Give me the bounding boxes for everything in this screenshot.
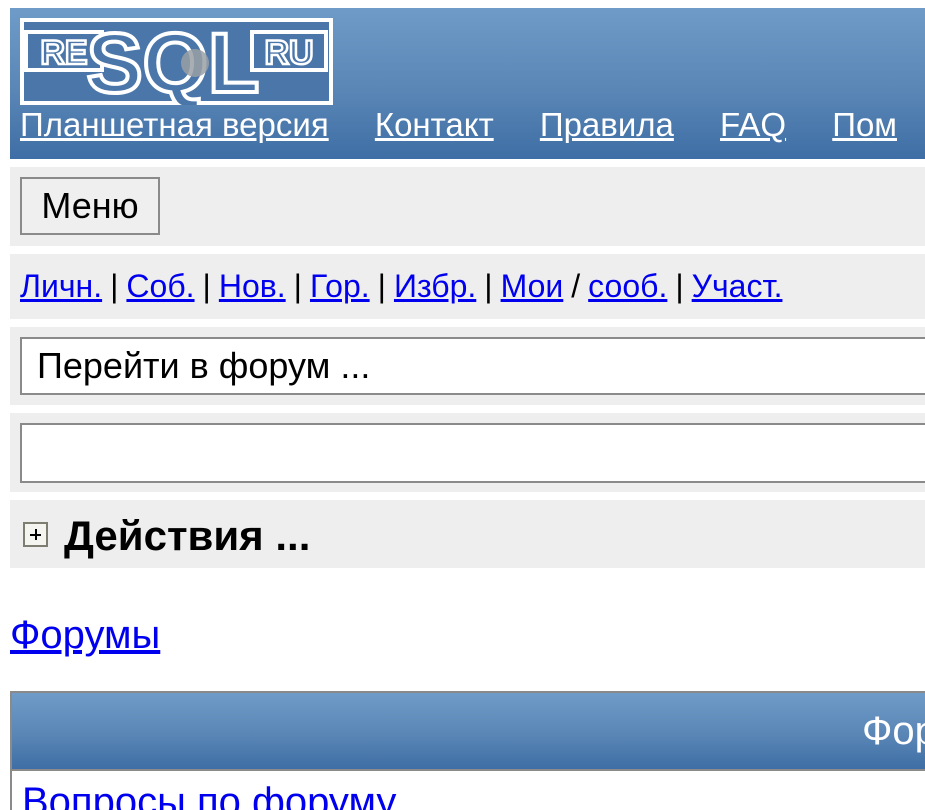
- contact-link[interactable]: Контакт: [375, 106, 494, 143]
- table-header-label: Фор: [862, 709, 925, 753]
- svg-text:RU: RU: [264, 34, 313, 72]
- help-link[interactable]: Пом: [832, 106, 897, 143]
- site-header: RE SQL RU Планшетная версия Контакт Прав…: [10, 8, 925, 159]
- rules-link[interactable]: Правила: [540, 106, 674, 143]
- actions-title[interactable]: Действия ...: [64, 512, 310, 560]
- quicklink-personal[interactable]: Личн.: [20, 268, 102, 304]
- quicklinks: Личн. | Соб. | Нов. | Гор. | Избр. | Мои / сооб. | Уча…: [20, 266, 782, 306]
- separator: |: [110, 268, 119, 304]
- separator: |: [675, 268, 684, 304]
- tablet-version-link[interactable]: Планшетная версия: [20, 106, 329, 143]
- forum-questions-link[interactable]: Вопросы по форуму: [22, 779, 396, 810]
- quicklink-messages[interactable]: сооб.: [588, 268, 667, 304]
- separator: /: [571, 268, 581, 304]
- top-navigation: Планшетная версия Контакт Правила FAQ По…: [20, 105, 925, 145]
- expand-plus-icon[interactable]: [23, 522, 48, 547]
- menu-button[interactable]: Меню: [20, 177, 160, 235]
- menu-bar: Меню: [10, 167, 925, 246]
- search-bar: [10, 413, 925, 492]
- separator: |: [293, 268, 302, 304]
- quicklink-mine[interactable]: Мои: [501, 268, 564, 304]
- quicklink-favorites[interactable]: Избр.: [394, 268, 476, 304]
- table-row: Вопросы по форуму: [12, 771, 925, 810]
- svg-text:RE: RE: [40, 34, 87, 72]
- quicklink-new[interactable]: Нов.: [219, 268, 286, 304]
- separator: |: [377, 268, 386, 304]
- quicklink-events[interactable]: Соб.: [126, 268, 194, 304]
- forums-link[interactable]: Форумы: [10, 612, 160, 658]
- quicklinks-bar: Личн. | Соб. | Нов. | Гор. | Избр. | Мои / сооб. | Уча…: [10, 254, 925, 319]
- resql-logo[interactable]: RE SQL RU: [20, 18, 333, 105]
- search-input[interactable]: [20, 423, 925, 483]
- forum-select[interactable]: Перейти в форум ...: [20, 337, 925, 395]
- faq-link[interactable]: FAQ: [720, 106, 786, 143]
- forums-table: Фор Вопросы по форуму: [10, 691, 925, 810]
- svg-text:SQL: SQL: [87, 18, 260, 105]
- quicklink-hot[interactable]: Гор.: [310, 268, 370, 304]
- forum-select-bar: Перейти в форум ...: [10, 327, 925, 405]
- quicklink-participants[interactable]: Участ.: [692, 268, 783, 304]
- separator: |: [202, 268, 211, 304]
- table-header: Фор: [12, 693, 925, 771]
- separator: |: [484, 268, 493, 304]
- actions-bar: Действия ...: [10, 500, 925, 568]
- page: RE SQL RU Планшетная версия Контакт Прав…: [0, 0, 925, 810]
